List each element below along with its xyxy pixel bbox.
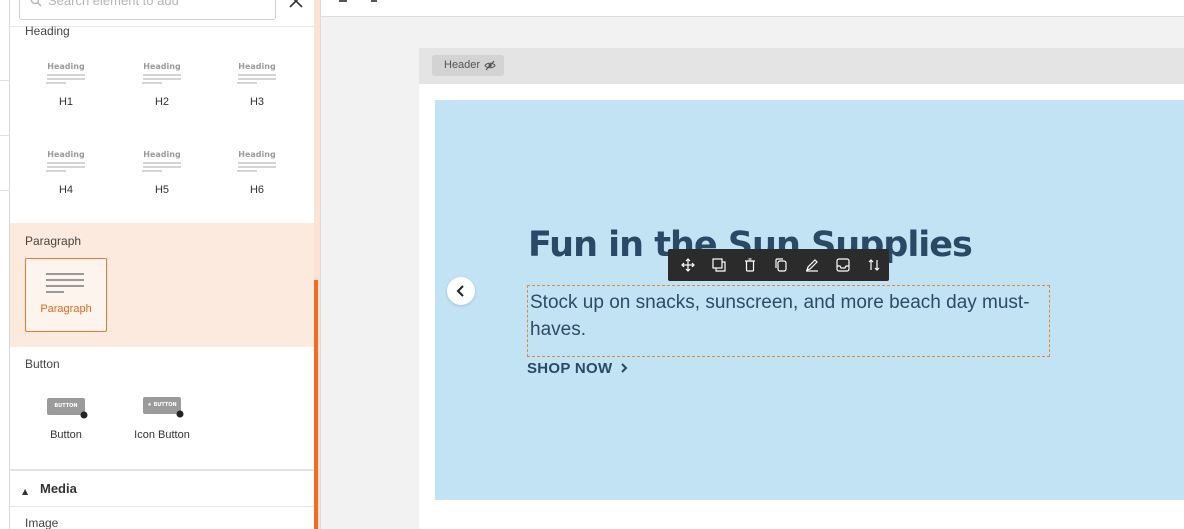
element-button[interactable]: BUTTON Button — [26, 398, 106, 441]
caret-up-icon: ▲ — [22, 487, 29, 496]
shop-now-label: SHOP NOW — [527, 360, 613, 377]
media-section-header[interactable]: ▲ Media — [10, 469, 314, 507]
element-icon-button[interactable]: ★ BUTTON Icon Button — [122, 397, 202, 441]
element-label: H5 — [154, 184, 170, 196]
page-preview: Header Fun in the Sun Supplies Stock up … — [419, 48, 1184, 529]
heading-thumbnail: Heading — [142, 62, 182, 92]
element-label: H2 — [154, 96, 170, 108]
element-panel: Search element to add Heading Heading H1… — [10, 0, 314, 529]
rail-divider — [0, 135, 10, 136]
chevron-right-icon — [621, 363, 628, 373]
move-icon[interactable] — [672, 249, 703, 281]
pointer-cursor-icon — [80, 411, 88, 419]
reorder-icon[interactable] — [858, 249, 889, 281]
hero-paragraph-selected[interactable]: Stock up on snacks, sunscreen, and more … — [527, 285, 1050, 357]
hero-banner[interactable]: Fun in the Sun Supplies Stock up on snac… — [435, 100, 1184, 500]
rail-divider — [0, 190, 10, 191]
element-label: Button — [50, 429, 82, 441]
search-input[interactable]: Search element to add — [48, 0, 179, 8]
heading-thumbnail: Heading — [46, 62, 86, 92]
element-label: H3 — [249, 96, 265, 108]
element-label: Icon Button — [134, 429, 190, 441]
search-row: Search element to add — [10, 0, 314, 27]
panel-scrollbar-thumb[interactable] — [314, 280, 318, 529]
header-pill[interactable]: Header — [432, 55, 505, 76]
search-box[interactable]: Search element to add — [19, 0, 276, 20]
canvas-topbar — [321, 0, 1184, 17]
heading-thumbnail: Heading — [237, 150, 277, 180]
element-paragraph[interactable]: Paragraph — [25, 258, 107, 332]
topbar-marker — [371, 0, 377, 2]
save-icon[interactable] — [827, 249, 858, 281]
element-label: H4 — [58, 184, 74, 196]
shop-now-link[interactable]: SHOP NOW — [527, 360, 628, 377]
element-label: H6 — [249, 184, 265, 196]
heading-section-title: Heading — [25, 24, 70, 38]
left-rail — [0, 0, 10, 529]
carousel-prev-button[interactable] — [447, 277, 475, 305]
topbar-marker — [339, 0, 347, 2]
eye-off-icon[interactable] — [484, 60, 496, 71]
header-strip: Header — [419, 48, 1184, 84]
element-h1[interactable]: Heading H1 — [26, 62, 106, 108]
element-toolbar — [668, 249, 889, 281]
paragraph-section-title: Paragraph — [25, 234, 82, 248]
heading-thumbnail: Heading — [237, 62, 277, 92]
element-h3[interactable]: Heading H3 — [217, 62, 297, 108]
chevron-left-icon — [456, 285, 464, 297]
element-h6[interactable]: Heading H6 — [217, 150, 297, 196]
delete-icon[interactable] — [734, 249, 765, 281]
rail-divider — [0, 80, 10, 81]
button-thumbnail: BUTTON — [47, 398, 88, 419]
paragraph-icon — [46, 273, 86, 299]
edit-icon[interactable] — [796, 249, 827, 281]
element-label: H1 — [58, 96, 74, 108]
media-section-title: Media — [40, 481, 77, 496]
pointer-cursor-icon — [176, 410, 184, 418]
search-icon — [30, 0, 42, 7]
duplicate-icon[interactable] — [765, 249, 796, 281]
icon-button-thumbnail: ★ BUTTON — [143, 397, 184, 418]
heading-thumbnail: Heading — [142, 150, 182, 180]
button-section-title: Button — [25, 357, 60, 371]
resize-icon[interactable] — [703, 249, 734, 281]
header-label: Header — [444, 59, 481, 71]
heading-thumbnail: Heading — [46, 150, 86, 180]
element-h4[interactable]: Heading H4 — [26, 150, 106, 196]
editor-canvas: Header Fun in the Sun Supplies Stock up … — [321, 0, 1184, 529]
element-h5[interactable]: Heading H5 — [122, 150, 202, 196]
element-label: Paragraph — [40, 303, 92, 315]
element-h2[interactable]: Heading H2 — [122, 62, 202, 108]
close-icon[interactable] — [289, 0, 303, 8]
media-image-label: Image — [25, 516, 59, 529]
hero-paragraph[interactable]: Stock up on snacks, sunscreen, and more … — [530, 289, 1030, 343]
